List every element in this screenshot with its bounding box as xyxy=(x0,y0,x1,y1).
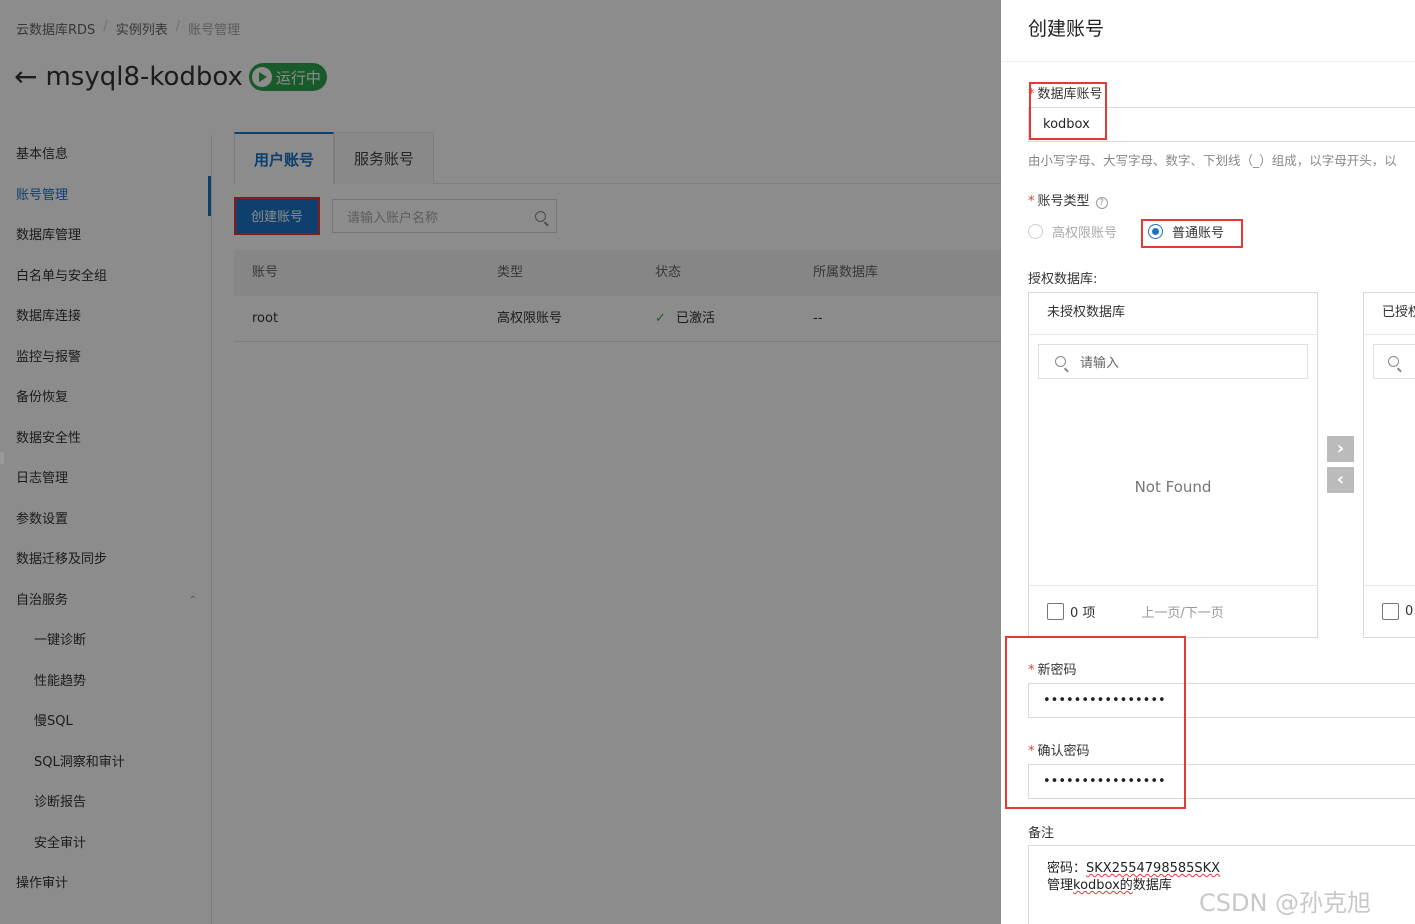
remark-text: 管理 xyxy=(1047,878,1074,893)
authorized-db-panel: 已授权 0 xyxy=(1363,292,1415,638)
modal-overlay[interactable] xyxy=(0,0,1001,924)
select-all-checkbox[interactable] xyxy=(1047,603,1064,620)
account-type-label-text: 账号类型 xyxy=(1037,194,1090,209)
remark-line-1: 密码：SKX2554798585SKX xyxy=(1047,860,1409,877)
panel-search-input[interactable] xyxy=(1373,344,1415,379)
watermark: CSDN @孙克旭 xyxy=(1199,889,1372,917)
item-count: 0 xyxy=(1405,604,1414,619)
pagination[interactable]: 上一页/下一页 xyxy=(1141,602,1223,621)
drawer-title: 创建账号 xyxy=(1001,0,1415,62)
required-mark: * xyxy=(1028,194,1035,209)
panel-footer: 0 项 上一页/下一页 xyxy=(1029,585,1317,637)
create-account-drawer: 创建账号 * 数据库账号 kodbox 由小写字母、大写字母、数字、下划线（_）组… xyxy=(1001,0,1415,924)
select-all-checkbox[interactable] xyxy=(1382,603,1399,620)
panel-search-placeholder: 请输入 xyxy=(1080,356,1120,371)
panel-search-input[interactable]: 请输入 xyxy=(1038,344,1308,379)
empty-state: Not Found xyxy=(1134,478,1212,496)
search-icon xyxy=(1388,356,1399,367)
collapse-handle[interactable] xyxy=(0,452,4,464)
account-type-label: * 账号类型? xyxy=(1028,190,1108,209)
remark-text: 数据库 xyxy=(1132,878,1172,893)
remark-text: kodbox的 xyxy=(1073,878,1133,893)
account-name-hint: 由小写字母、大写字母、数字、下划线（_）组成，以字母开头，以 xyxy=(1028,153,1397,168)
search-icon xyxy=(1055,356,1066,367)
chevron-right-icon[interactable]: › xyxy=(1327,436,1354,462)
item-count: 0 项 xyxy=(1070,606,1096,621)
radio-label-high-privilege[interactable]: 高权限账号 xyxy=(1052,222,1117,241)
highlight-box xyxy=(1005,636,1186,809)
remark-text: SKX2554798585SKX xyxy=(1086,861,1221,876)
highlight-box xyxy=(1141,219,1243,248)
authorized-db-label: 授权数据库: xyxy=(1028,272,1098,287)
help-icon[interactable]: ? xyxy=(1095,197,1108,209)
radio-high-privilege[interactable] xyxy=(1028,224,1043,239)
unauthorized-db-panel: 未授权数据库 请输入 Not Found 0 项 上一页/下一页 xyxy=(1028,292,1318,638)
remark-label: 备注 xyxy=(1028,826,1055,841)
panel-footer: 0 xyxy=(1364,585,1415,637)
highlight-box xyxy=(1029,82,1107,140)
chevron-left-icon[interactable]: ‹ xyxy=(1327,467,1354,493)
panel-title: 未授权数据库 xyxy=(1029,293,1317,335)
panel-title: 已授权 xyxy=(1364,293,1415,335)
remark-text: 密码： xyxy=(1047,861,1087,876)
